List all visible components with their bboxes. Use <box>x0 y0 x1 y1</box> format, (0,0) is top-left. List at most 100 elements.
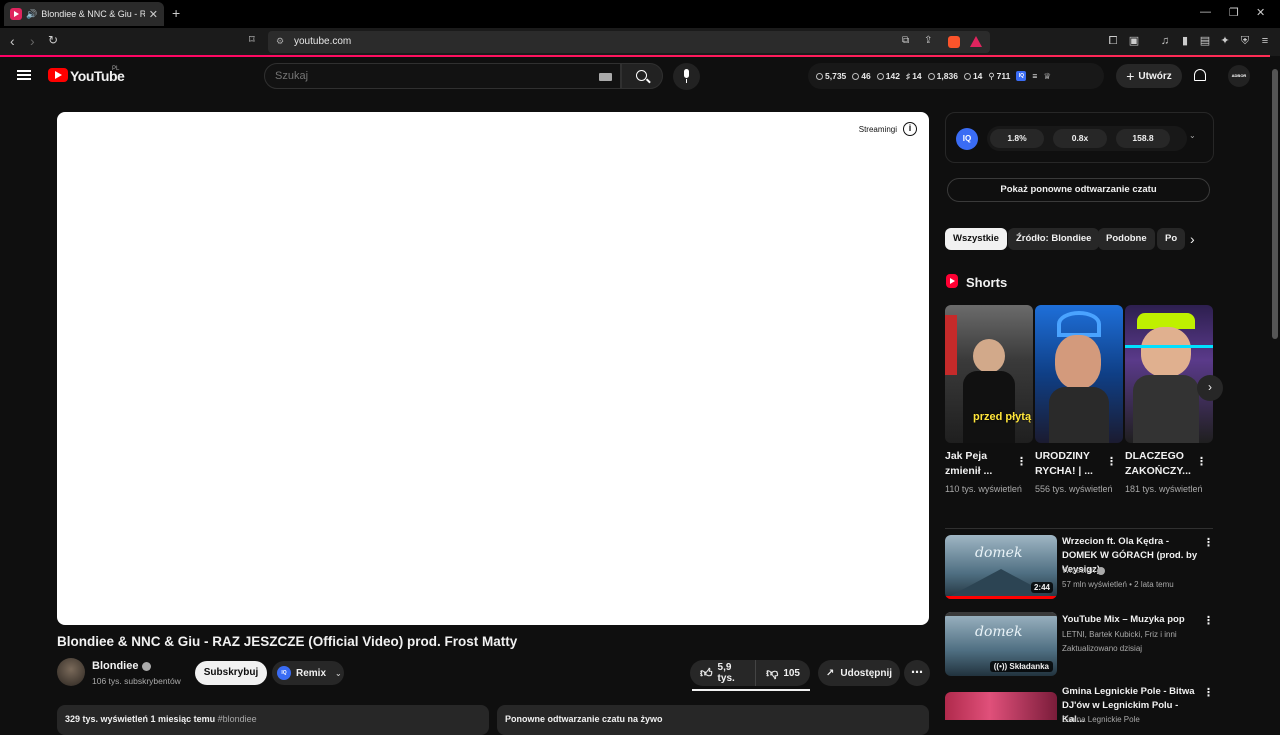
url-box[interactable]: ⚙ youtube.com ⧉ ⇪ <box>268 31 990 53</box>
ai-assistant-icon[interactable]: ✦ <box>1218 34 1232 48</box>
voice-search-mic-icon[interactable] <box>673 63 700 90</box>
chat-replay-note[interactable]: Ponowne odtwarzanie czatu na żywo <box>497 705 929 735</box>
iq-metric[interactable]: 0.8x <box>1053 129 1107 148</box>
short-thumbnail[interactable] <box>1125 305 1213 443</box>
clock-icon <box>816 72 823 80</box>
screenshot-icon[interactable]: ▣ <box>1127 34 1141 48</box>
iq-metric[interactable]: 1.8% <box>990 129 1044 148</box>
recommendation-channel[interactable]: LETNI, Bartek Kubicki, Friz i inni <box>1062 628 1202 642</box>
search-input[interactable] <box>275 70 575 82</box>
chip-similar[interactable]: Podobne <box>1098 228 1155 250</box>
plus-icon: + <box>1126 68 1135 84</box>
notifications-bell-icon[interactable] <box>1194 69 1206 81</box>
stat-item: 46 <box>852 71 871 81</box>
minimize-icon[interactable]: — <box>1200 6 1211 18</box>
watch-progress-bar <box>945 596 1057 599</box>
speaker-icon[interactable]: 🔊 <box>26 9 37 20</box>
bookmark-icon[interactable]: ⌑ <box>249 33 255 46</box>
scrollbar-thumb[interactable] <box>1272 69 1278 339</box>
description-tag[interactable]: #blondiee <box>218 714 257 724</box>
share-page-icon[interactable]: ⇪ <box>924 35 932 46</box>
back-icon[interactable]: ‹ <box>10 33 15 49</box>
brave-rewards-icon[interactable] <box>970 36 982 47</box>
iq-logo-icon[interactable]: IQ <box>956 128 978 150</box>
short-thumbnail[interactable] <box>1035 305 1123 443</box>
account-avatar[interactable]: ADBOR <box>1228 65 1250 87</box>
mix-badge: ((•)) Składanka <box>989 661 1053 672</box>
player-info-card[interactable]: Streamingi i <box>859 122 917 136</box>
remix-button[interactable]: IQ Remix ⌄ <box>272 661 344 685</box>
share-button[interactable]: ↗ Udostępnij <box>818 660 900 686</box>
like-ratio-bar <box>692 689 810 691</box>
recommendation-more-icon[interactable]: ⋮ <box>1203 536 1214 549</box>
short-more-icon[interactable]: ⋮ <box>1196 455 1207 468</box>
short-thumbnail[interactable]: przed płytą <box>945 305 1033 443</box>
recommendation-more-icon[interactable]: ⋮ <box>1203 686 1214 699</box>
chevron-down-icon[interactable]: ⌄ <box>1189 131 1196 140</box>
chip-source[interactable]: Źródło: Blondiee <box>1008 228 1100 250</box>
studio-mic <box>945 315 957 375</box>
music-icon[interactable]: ♫ <box>1158 34 1172 48</box>
info-icon[interactable]: i <box>903 122 917 136</box>
like-button[interactable]: 👍︎ 5,9 tys. <box>690 660 757 686</box>
maximize-icon[interactable]: ❐ <box>1229 6 1239 19</box>
extensions-icon[interactable]: ⧠ <box>1106 34 1120 48</box>
streaming-label: Streamingi <box>858 124 897 134</box>
new-tab-button[interactable]: + <box>172 5 180 21</box>
short-more-icon[interactable]: ⋮ <box>1106 455 1117 468</box>
hamburger-menu-icon[interactable] <box>17 70 31 80</box>
eye-icon <box>876 72 884 80</box>
subscribe-button[interactable]: Subskrybuj <box>195 661 267 685</box>
vpn-icon[interactable]: ⛨ <box>1238 34 1252 48</box>
brave-shield-icon[interactable] <box>948 36 960 48</box>
channel-avatar[interactable] <box>57 658 85 686</box>
dislike-count: 105 <box>783 667 800 679</box>
person-body <box>1049 387 1109 443</box>
keyboard-icon[interactable] <box>599 73 612 81</box>
forward-icon[interactable]: › <box>30 33 35 49</box>
browser-menu-icon[interactable]: ≡ <box>1258 34 1272 48</box>
like-dislike-group: 👍︎ 5,9 tys. 👎︎ 105 <box>690 660 810 686</box>
subscriber-count: 106 tys. subskrybentów <box>92 676 181 686</box>
sidebar-toggle-icon[interactable]: ▮ <box>1178 34 1192 48</box>
short-more-icon[interactable]: ⋮ <box>1016 455 1027 468</box>
short-title[interactable]: URODZINY RYCHA! | ... <box>1035 449 1107 479</box>
trophy-icon[interactable]: ♕ <box>1043 71 1051 82</box>
reload-icon[interactable]: ↻ <box>48 33 58 47</box>
person-icon: ⚲ <box>988 70 995 81</box>
short-title[interactable]: Jak Peja zmienił ... <box>945 449 1017 479</box>
dislike-button[interactable]: 👎︎ 105 <box>756 660 810 686</box>
search-button[interactable] <box>621 63 663 89</box>
site-info-icon[interactable]: ⚙ <box>276 36 284 47</box>
channel-name[interactable]: Blondiee <box>92 660 152 672</box>
recommendation-channel[interactable]: Wrzecion <box>1062 564 1202 578</box>
close-tab-icon[interactable]: ✕ <box>149 8 158 21</box>
list-icon[interactable]: ≡ <box>1032 71 1037 81</box>
page-scrollbar[interactable] <box>1270 57 1280 720</box>
open-external-icon[interactable]: ⧉ <box>902 35 909 46</box>
chip-more[interactable]: Po <box>1157 228 1186 250</box>
stat-item: 5,735 <box>816 71 846 81</box>
create-button[interactable]: + Utwórz <box>1116 64 1182 88</box>
more-actions-icon[interactable]: ⋯ <box>904 660 930 686</box>
iq-extension-icon[interactable]: IQ <box>1016 71 1027 81</box>
browser-tab[interactable]: 🔊 Blondiee & NNC & Giu - RAZ ✕ <box>4 2 164 26</box>
iq-metric[interactable]: 158.8 <box>1116 129 1170 148</box>
recommendation-more-icon[interactable]: ⋮ <box>1203 614 1214 627</box>
person-face <box>1055 335 1101 389</box>
description-box[interactable]: 329 tys. wyświetleń 1 miesiąc temu #blon… <box>57 705 489 735</box>
recommendation-thumbnail[interactable]: domek 2:44 <box>945 535 1057 599</box>
wallet-icon[interactable]: ▤ <box>1198 34 1212 48</box>
youtube-logo-icon[interactable] <box>48 68 68 82</box>
chip-all[interactable]: Wszystkie <box>945 228 1007 250</box>
recommendation-thumbnail[interactable]: domek ((•)) Składanka <box>945 612 1057 676</box>
video-player[interactable]: Streamingi i <box>57 112 929 625</box>
recommendation-thumbnail[interactable] <box>945 692 1057 720</box>
recommendation-title[interactable]: YouTube Mix – Muzyka pop <box>1062 613 1198 627</box>
shorts-next-button[interactable]: › <box>1197 375 1223 401</box>
recommendation-channel[interactable]: Gmina Legnickie Pole <box>1062 713 1202 727</box>
chevron-right-icon[interactable]: › <box>1190 231 1195 247</box>
show-chat-replay-button[interactable]: Pokaż ponowne odtwarzanie czatu <box>947 178 1210 202</box>
close-window-icon[interactable]: ✕ <box>1256 6 1265 19</box>
short-title[interactable]: DLACZEGO ZAKOŃCZY... <box>1125 449 1197 479</box>
